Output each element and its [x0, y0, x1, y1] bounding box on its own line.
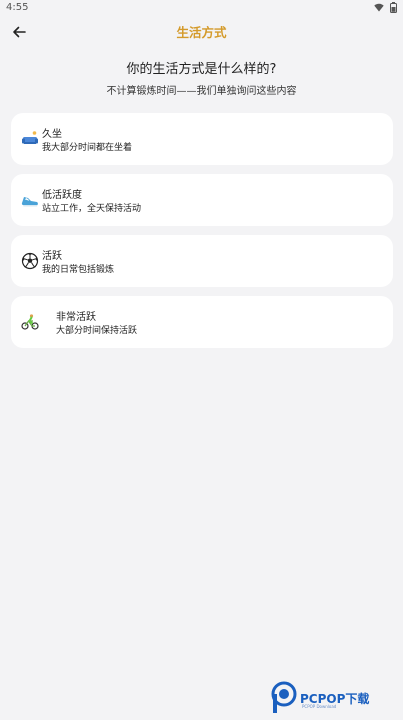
option-description: 我大部分时间都在坐着 — [42, 143, 133, 153]
lifestyle-options: 久坐 我大部分时间都在坐着 低活跃度 站立工作，全天保持活动 活跃 我的日常包括… — [11, 113, 393, 357]
option-active[interactable]: 活跃 我的日常包括锻炼 — [11, 235, 393, 287]
sofa-icon — [22, 131, 38, 144]
app-bar: 生活方式 — [0, 18, 403, 46]
battery-icon — [390, 2, 397, 13]
option-low-activity[interactable]: 低活跃度 站立工作，全天保持活动 — [11, 174, 393, 226]
option-sedentary[interactable]: 久坐 我大部分时间都在坐着 — [11, 113, 393, 165]
soccer-ball-icon — [21, 252, 39, 270]
cyclist-icon — [21, 314, 39, 330]
page-title: 生活方式 — [176, 25, 227, 40]
option-title: 久坐 — [42, 129, 62, 140]
status-icons — [374, 2, 397, 13]
status-bar: 4:55 — [0, 0, 403, 18]
option-title: 非常活跃 — [56, 312, 96, 323]
option-very-active[interactable]: 非常活跃 大部分时间保持活跃 — [11, 296, 393, 348]
option-description: 我的日常包括锻炼 — [42, 265, 115, 275]
watermark-sub: PCPOP Download — [302, 704, 337, 709]
wifi-icon — [374, 3, 384, 12]
option-title: 低活跃度 — [42, 190, 82, 201]
status-time: 4:55 — [6, 2, 29, 13]
pcpop-logo-icon — [271, 681, 297, 713]
option-title: 活跃 — [42, 251, 62, 262]
option-description: 站立工作，全天保持活动 — [42, 204, 142, 214]
sneaker-icon — [21, 197, 38, 207]
option-description: 大部分时间保持活跃 — [56, 326, 138, 336]
watermark: PCPOP下载 PCPOP Download — [270, 681, 398, 715]
question-subtitle: 不计算锻炼时间——我们单独询问这些内容 — [106, 86, 297, 97]
question-heading: 你的生活方式是什么样的? — [126, 62, 277, 77]
